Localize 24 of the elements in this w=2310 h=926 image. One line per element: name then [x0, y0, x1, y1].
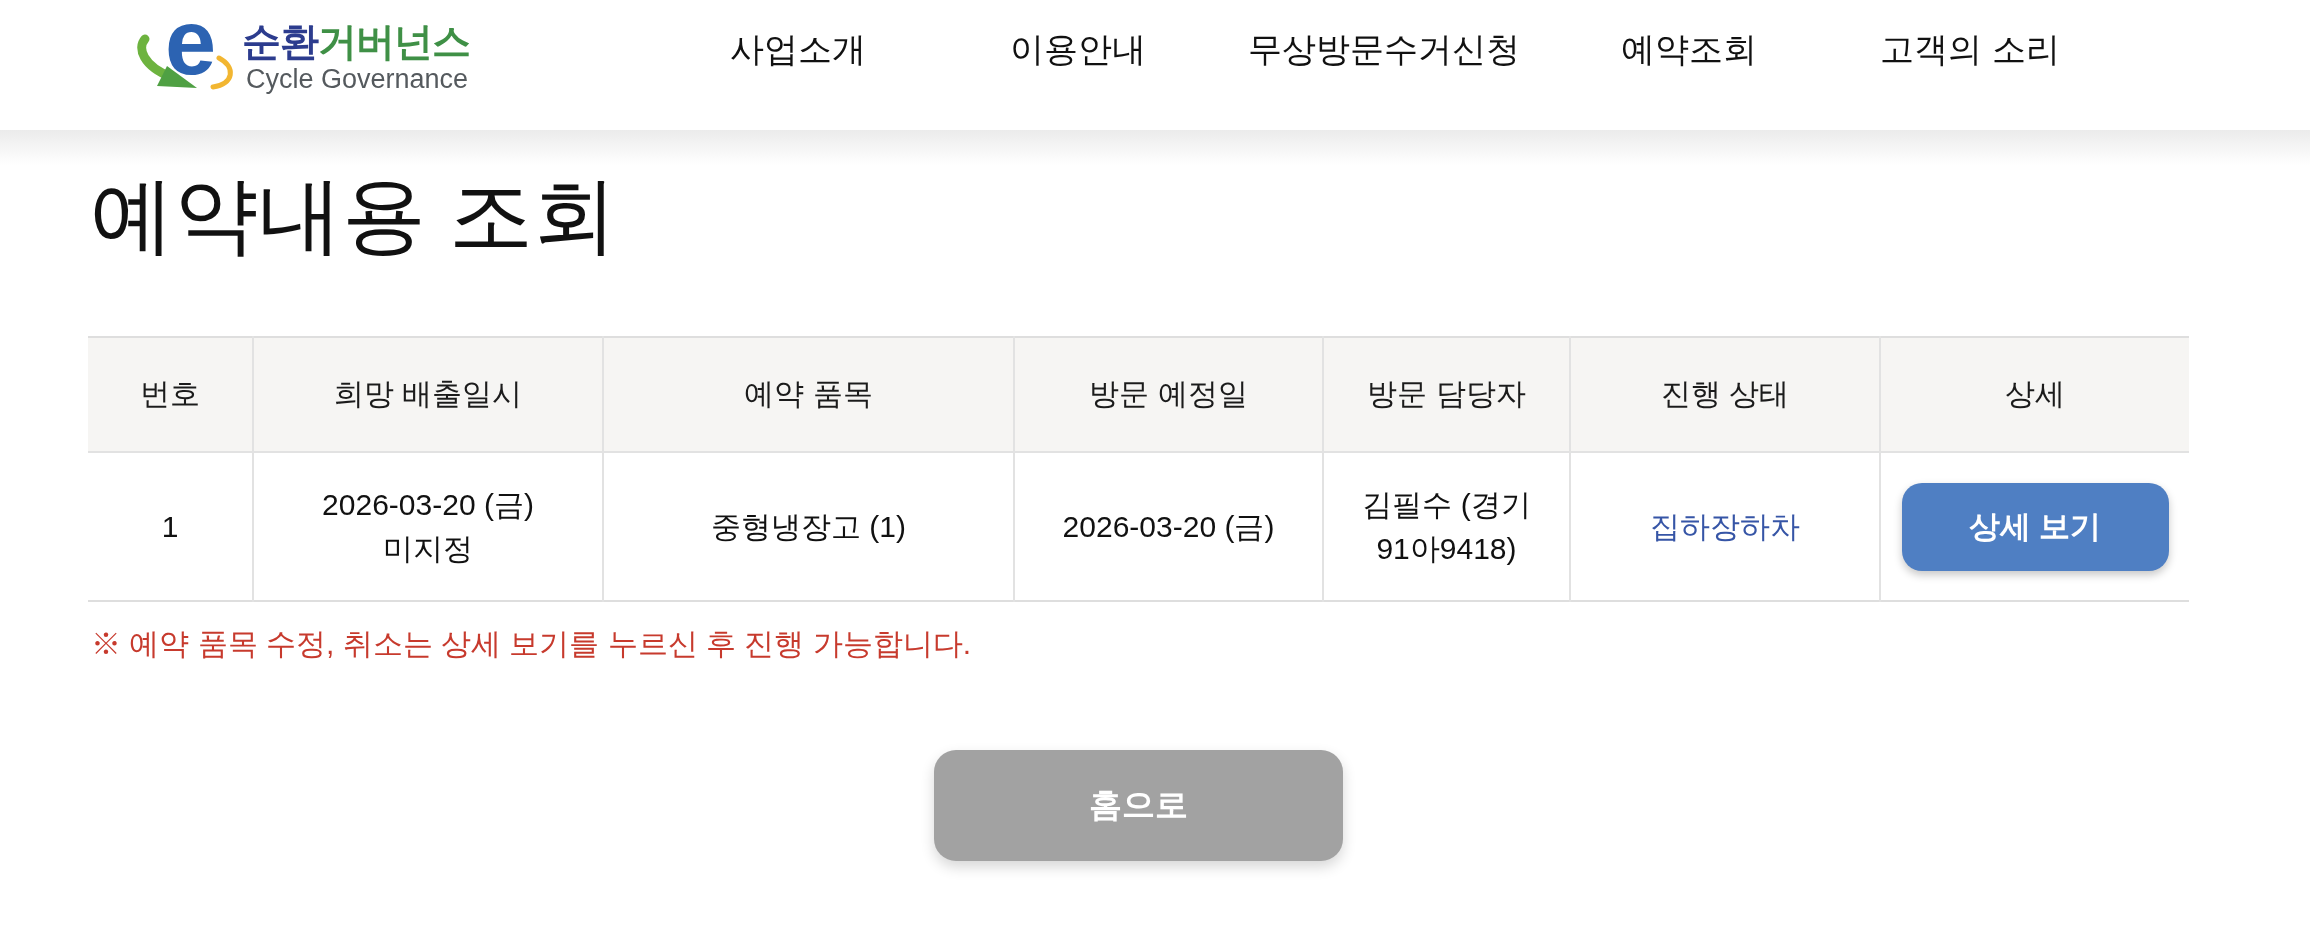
logo-subtitle: Cycle Governance — [246, 64, 469, 94]
nav-link[interactable]: 무상방문수거신청 — [1248, 29, 1520, 69]
detail-button[interactable]: 상세 보기 — [1901, 482, 2169, 571]
page-title: 예약내용 조회 — [90, 167, 619, 264]
column-header: 방문 예정일 — [1014, 337, 1323, 452]
nav-link[interactable]: 예약조회 — [1621, 29, 1757, 69]
column-header: 진행 상태 — [1570, 337, 1880, 452]
column-header: 예약 품목 — [603, 337, 1014, 452]
nav-link[interactable]: 사업소개 — [730, 29, 866, 69]
table-cell: 김필수 (경기 91아9418) — [1323, 452, 1570, 601]
logo-letter: e — [165, 6, 217, 78]
table-cell: 1 — [88, 452, 253, 601]
nav-link[interactable]: 고객의 소리 — [1880, 29, 2060, 69]
column-header: 희망 배출일시 — [253, 337, 603, 452]
table-cell: 2026-03-20 (금) 미지정 — [253, 452, 603, 601]
notice-text: ※ 예약 품목 수정, 취소는 상세 보기를 누르신 후 진행 가능합니다. — [91, 626, 973, 662]
column-header: 번호 — [88, 337, 253, 452]
table-cell: 중형냉장고 (1) — [603, 452, 1014, 601]
logo-name: 순환거버넌스 — [242, 20, 470, 64]
column-header: 방문 담당자 — [1323, 337, 1570, 452]
status-cell: 집하장하차 — [1570, 452, 1880, 601]
column-header: 상세 — [1880, 337, 2189, 452]
table-cell: 2026-03-20 (금) — [1014, 452, 1323, 601]
nav-link[interactable]: 이용안내 — [1010, 29, 1146, 69]
